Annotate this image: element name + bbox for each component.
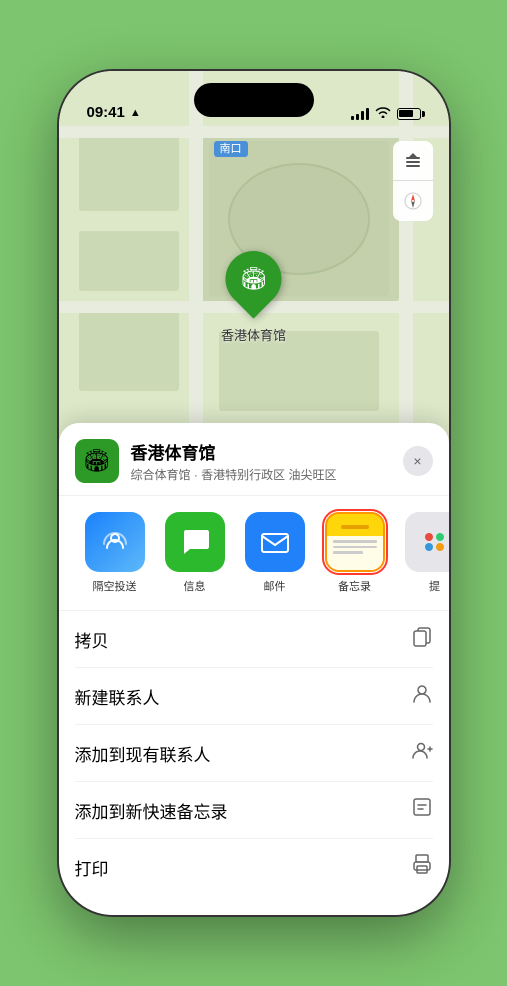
- action-list: 拷贝 新建联系人: [59, 611, 449, 895]
- pin-label: 香港体育馆: [221, 325, 286, 344]
- venue-desc: 综合体育馆 · 香港特别行政区 油尖旺区: [131, 466, 403, 483]
- venue-name: 香港体育馆: [131, 439, 403, 464]
- share-messages[interactable]: 信息: [155, 512, 235, 594]
- share-notes[interactable]: 备忘录: [315, 512, 395, 594]
- add-existing-icon: [411, 739, 433, 767]
- signal-icon: [351, 108, 369, 120]
- phone-frame: 09:41 ▲: [59, 71, 449, 915]
- share-more[interactable]: 提: [395, 512, 449, 594]
- map-layers-button[interactable]: [393, 141, 433, 181]
- new-contact-icon: [411, 682, 433, 710]
- mail-icon: [245, 512, 305, 572]
- phone-screen: 09:41 ▲: [59, 71, 449, 915]
- map-label-text: 南口: [214, 141, 248, 157]
- bottom-sheet: 🏟 香港体育馆 综合体育馆 · 香港特别行政区 油尖旺区 ×: [59, 423, 449, 915]
- venue-icon: 🏟: [75, 439, 119, 483]
- print-label: 打印: [75, 855, 109, 880]
- copy-label: 拷贝: [75, 627, 109, 652]
- status-time: 09:41 ▲: [87, 104, 141, 121]
- location-arrow-icon: ▲: [130, 107, 141, 119]
- map-controls: [393, 141, 433, 221]
- mail-label: 邮件: [264, 578, 286, 594]
- messages-label: 信息: [184, 578, 206, 594]
- close-button[interactable]: ×: [403, 446, 433, 476]
- dynamic-island: [194, 83, 314, 117]
- new-contact-label: 新建联系人: [75, 684, 160, 709]
- copy-icon: [411, 625, 433, 653]
- action-print[interactable]: 打印: [75, 839, 433, 895]
- action-new-contact[interactable]: 新建联系人: [75, 668, 433, 725]
- print-icon: [411, 853, 433, 881]
- more-icon: [405, 512, 449, 572]
- add-existing-label: 添加到现有联系人: [75, 741, 211, 766]
- notes-icon: [325, 512, 385, 572]
- action-copy[interactable]: 拷贝: [75, 611, 433, 668]
- notes-label: 备忘录: [338, 578, 371, 594]
- compass-button[interactable]: [393, 181, 433, 221]
- share-airdrop[interactable]: 隔空投送: [75, 512, 155, 594]
- more-label: 提: [429, 578, 440, 594]
- wifi-icon: [375, 106, 391, 121]
- add-notes-label: 添加到新快速备忘录: [75, 798, 228, 823]
- share-row: 隔空投送 信息: [59, 496, 449, 611]
- sheet-header: 🏟 香港体育馆 综合体育馆 · 香港特别行政区 油尖旺区 ×: [59, 423, 449, 496]
- clock: 09:41: [87, 104, 125, 121]
- map-label: 南口: [214, 139, 248, 157]
- share-mail[interactable]: 邮件: [235, 512, 315, 594]
- add-notes-icon: [411, 796, 433, 824]
- messages-icon: [165, 512, 225, 572]
- action-add-notes[interactable]: 添加到新快速备忘录: [75, 782, 433, 839]
- airdrop-label: 隔空投送: [93, 578, 137, 594]
- pin-venue-icon: 🏟: [240, 266, 268, 292]
- action-add-existing[interactable]: 添加到现有联系人: [75, 725, 433, 782]
- battery-icon: [397, 108, 421, 120]
- status-icons: [351, 106, 421, 121]
- location-pin: 🏟 香港体育馆: [221, 251, 286, 344]
- airdrop-icon: [85, 512, 145, 572]
- venue-info: 香港体育馆 综合体育馆 · 香港特别行政区 油尖旺区: [131, 439, 403, 483]
